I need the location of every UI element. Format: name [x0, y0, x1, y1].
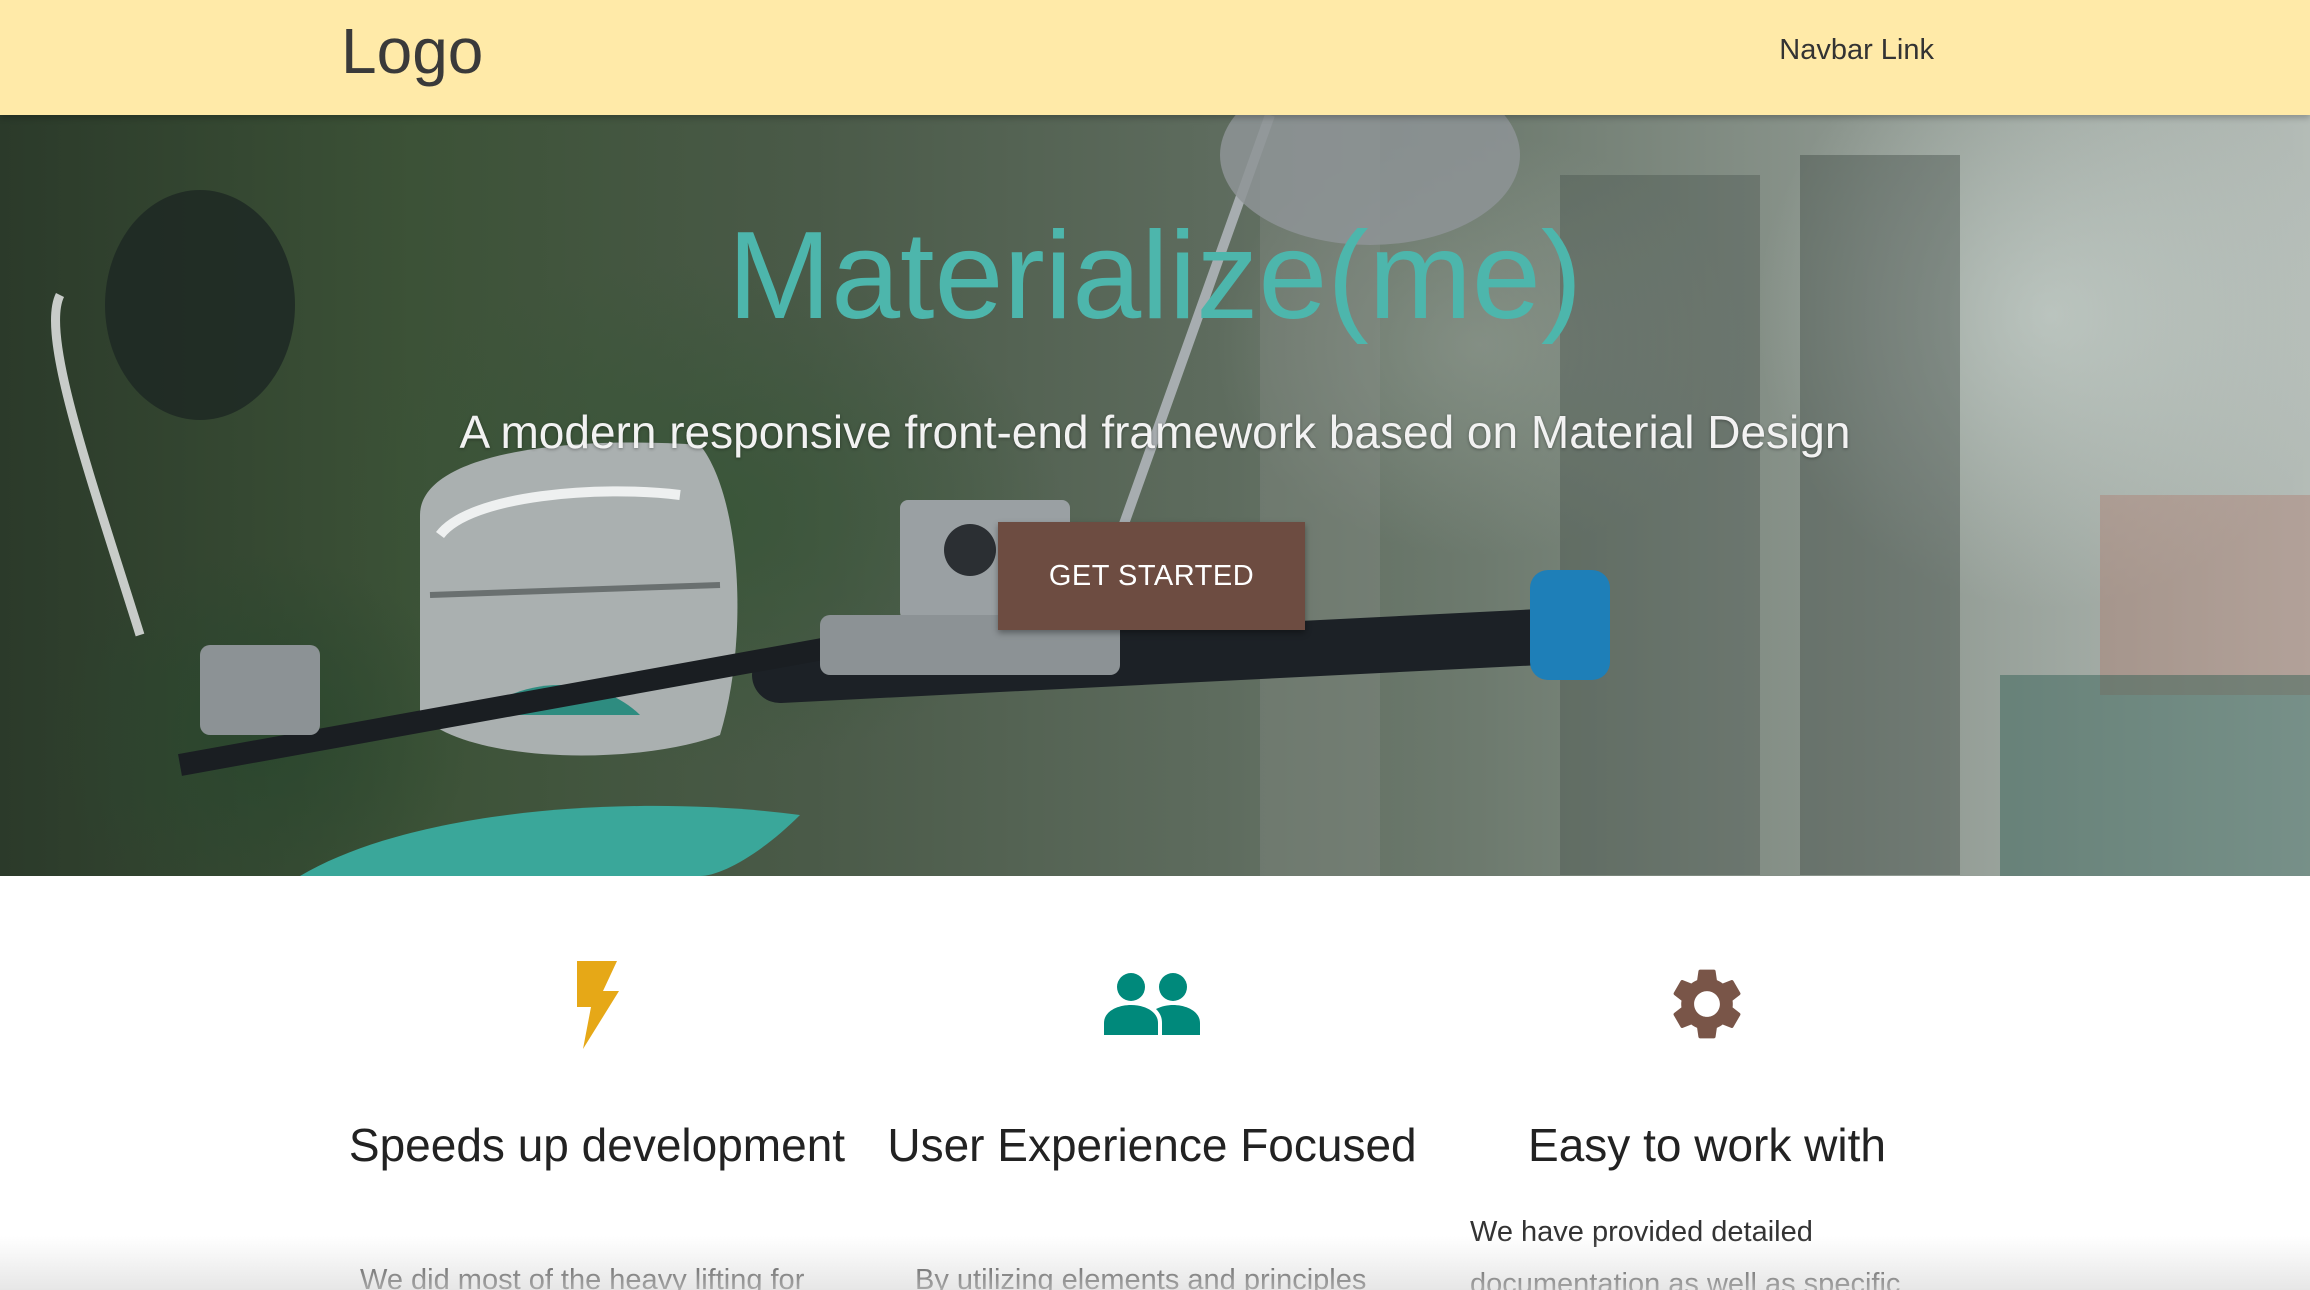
feature-heading: Easy to work with	[1528, 1119, 1886, 1171]
features-section: Speeds up development We did most of the…	[0, 876, 2310, 1290]
feature-text: By utilizing elements and principles	[915, 1264, 1367, 1290]
get-started-button[interactable]: GET STARTED	[998, 522, 1305, 630]
hero-subtitle: A modern responsive front-end framework …	[459, 406, 1851, 458]
feature-heading: User Experience Focused	[887, 1119, 1417, 1171]
page: Logo Navbar Link Materialize(me) A moder…	[0, 0, 2310, 1290]
group-icon	[1104, 973, 1200, 1040]
navbar: Logo Navbar Link	[0, 0, 2310, 115]
feature-text: We did most of the heavy lifting for	[360, 1264, 805, 1290]
feature-text: We have provided detailed documentation …	[1470, 1216, 1901, 1290]
logo-link[interactable]: Logo	[341, 14, 483, 89]
hero-section: Materialize(me) A modern responsive fron…	[0, 115, 2310, 876]
flash-icon	[573, 961, 621, 1054]
gear-icon	[1664, 961, 1750, 1052]
navbar-link[interactable]: Navbar Link	[1779, 30, 1934, 70]
hero-title: Materialize(me)	[727, 207, 1583, 345]
feature-heading: Speeds up development	[348, 1119, 846, 1171]
